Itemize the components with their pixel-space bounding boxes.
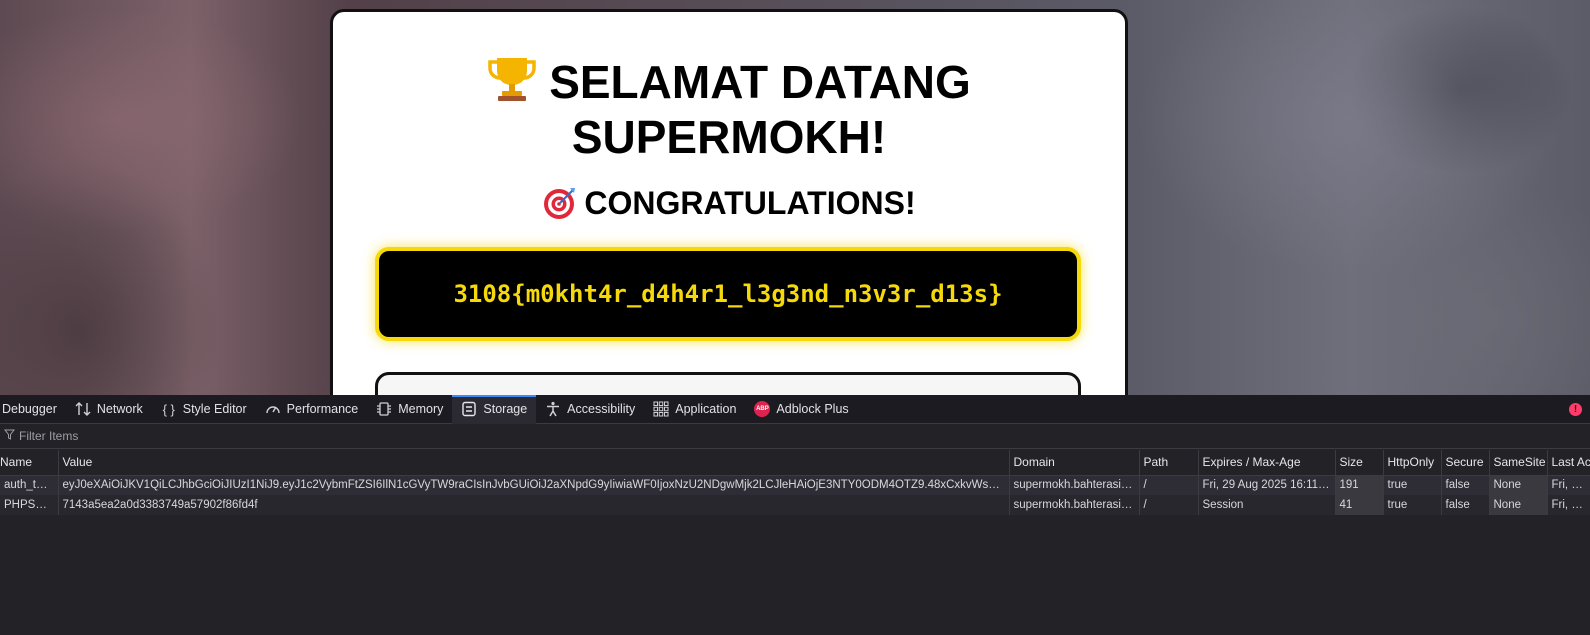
column-header-path[interactable]: Path [1139,450,1199,476]
cell-expires: Session [1198,495,1336,515]
column-header-expires[interactable]: Expires / Max-Age [1198,450,1336,476]
storage-icon [461,401,477,417]
page-subtitle: CONGRATULATIONS! [333,183,1125,223]
style-editor-icon: { } [162,401,175,417]
trophy-icon [487,52,537,102]
tab-memory[interactable]: Memory [367,395,452,424]
performance-icon [265,401,281,417]
cell-value: 7143a5ea2a0d3383749a57902f86fd4f [58,495,1010,515]
flag-text: 3108{m0kht4r_d4h4r1_l3g3nd_n3v3r_d13s} [453,280,1003,308]
page-viewport: SELAMAT DATANG SUPERMOKH! CONGRATULATION… [0,0,1590,395]
cell-domain: supermokh.bahterasib… [1009,475,1140,495]
error-indicator-icon[interactable]: ! [1569,403,1582,416]
cell-samesite: None [1489,475,1548,495]
devtools-panel: Debugger Network { } Style Editor Perfor… [0,394,1590,635]
cell-httponly: true [1383,475,1442,495]
memory-icon [376,401,392,417]
cookies-table: Name Value Domain Path Expires / Max-Age… [0,450,1590,515]
devtools-tabbar: Debugger Network { } Style Editor Perfor… [0,394,1590,424]
welcome-card: SELAMAT DATANG SUPERMOKH! CONGRATULATION… [330,9,1128,395]
column-header-name[interactable]: Name [0,450,59,476]
filter-icon [3,429,16,443]
cell-samesite: None [1489,495,1548,515]
accessibility-icon [545,401,561,417]
tab-label: Network [96,402,143,416]
cell-size: 41 [1335,495,1384,515]
tab-label: Memory [398,402,444,416]
adblock-plus-icon: ABP [754,401,771,417]
table-row[interactable]: auth_token eyJ0eXAiOiJKV1QiLCJhbGciOiJIU… [0,475,1590,495]
subtitle-text: CONGRATULATIONS! [584,185,916,221]
application-icon [653,401,669,417]
tab-debugger[interactable]: Debugger [0,395,66,424]
cell-secure: false [1441,475,1490,495]
cell-value: eyJ0eXAiOiJKV1QiLCJhbGciOiJIUzI1NiJ9.eyJ… [58,475,1010,495]
column-header-last-accessed[interactable]: Last Acc [1547,450,1590,476]
tab-label: Performance [286,402,359,416]
tab-application[interactable]: Application [644,395,745,424]
tab-label: Adblock Plus [776,402,849,416]
tab-performance[interactable]: Performance [256,395,368,424]
cell-last-accessed: Fri, 29 A [1547,495,1590,515]
cell-path: / [1139,495,1199,515]
table-header-row: Name Value Domain Path Expires / Max-Age… [0,450,1590,476]
column-header-value[interactable]: Value [58,450,1010,476]
tab-accessibility[interactable]: Accessibility [536,395,644,424]
column-header-domain[interactable]: Domain [1009,450,1140,476]
flag-box: 3108{m0kht4r_d4h4r1_l3g3nd_n3v3r_d13s} [375,247,1081,341]
secondary-panel [375,372,1081,395]
tab-label: Accessibility [567,402,636,416]
column-header-samesite[interactable]: SameSite [1489,450,1548,476]
page-title: SELAMAT DATANG SUPERMOKH! [333,52,1125,165]
tab-label: Style Editor [182,402,247,416]
network-icon [75,401,91,417]
tab-label: Storage [483,402,528,416]
tab-label: Debugger [2,402,57,416]
tab-network[interactable]: Network [66,395,152,424]
cell-size: 191 [1335,475,1384,495]
cell-domain: supermokh.bahterasib… [1009,495,1140,515]
cell-path: / [1139,475,1199,495]
column-header-size[interactable]: Size [1335,450,1384,476]
cell-secure: false [1441,495,1490,515]
tab-adblock-plus[interactable]: ABP Adblock Plus [745,395,857,424]
table-row[interactable]: PHPSES… 7143a5ea2a0d3383749a57902f86fd4f… [0,495,1590,515]
target-icon [542,186,576,220]
cell-name: PHPSES… [0,495,59,515]
cell-name: auth_token [0,475,59,495]
tab-storage[interactable]: Storage [452,394,537,424]
cell-last-accessed: Fri, 29 A [1547,475,1590,495]
filter-bar [0,424,1590,449]
tab-style-editor[interactable]: { } Style Editor [152,395,256,424]
title-text: SELAMAT DATANG SUPERMOKH! [549,56,971,163]
cell-expires: Fri, 29 Aug 2025 16:11:3… [1198,475,1336,495]
cell-httponly: true [1383,495,1442,515]
tab-label: Application [675,402,737,416]
column-header-httponly[interactable]: HttpOnly [1383,450,1442,476]
column-header-secure[interactable]: Secure [1441,450,1490,476]
filter-items-input[interactable] [19,429,419,443]
